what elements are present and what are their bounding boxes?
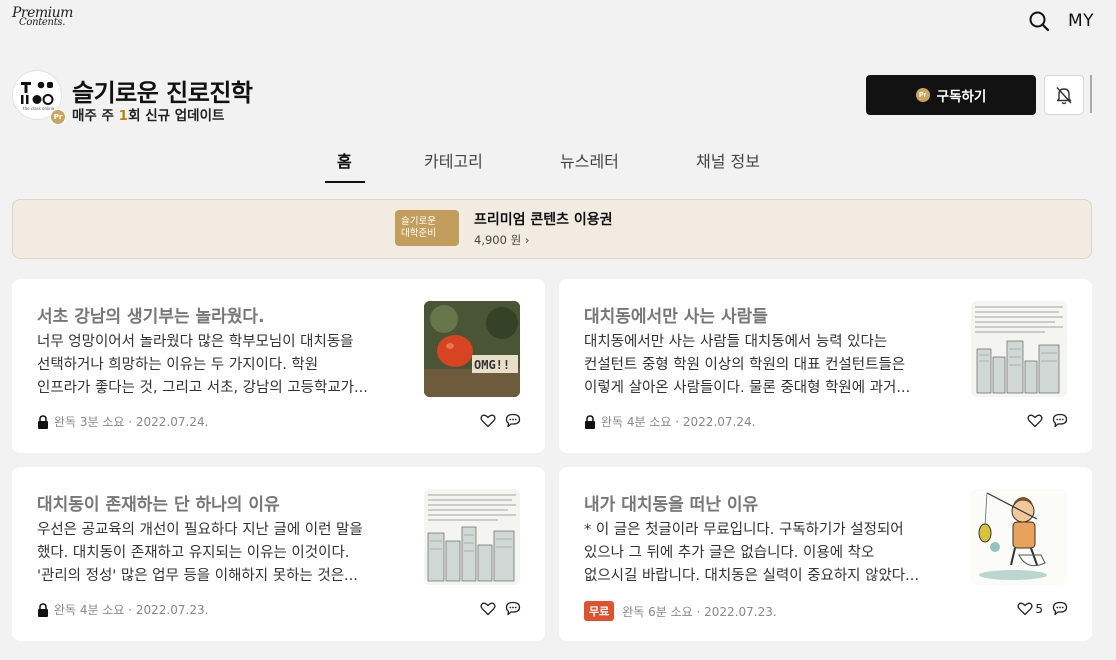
thumbnail-image [971, 301, 1067, 397]
avatar-caption: the class online [23, 106, 55, 111]
article-title[interactable]: 내가 대치동을 떠난 이유 [584, 490, 954, 515]
pass-thumb-line-2: 대학준비 [401, 228, 436, 239]
active-tab-indicator [325, 181, 365, 183]
channel-logo-icon: the class online [21, 81, 55, 111]
article-meta-text: 완독 3분 소요 · 2022.07.24. [54, 415, 209, 429]
article-excerpt: 우선은 공교육의 개선이 필요하다 지난 글에 이런 말을 했다. 대치동이 존… [37, 519, 409, 588]
article-title[interactable]: 서초 강남의 생기부는 놀라웠다. [37, 302, 407, 327]
comment-icon[interactable] [1052, 601, 1068, 616]
article-actions [480, 601, 521, 616]
tab-newsletter[interactable]: 뉴스레터 [560, 148, 619, 184]
subtitle-number: 1 [118, 108, 129, 124]
subtitle-post: 회 신규 업데이트 [128, 108, 225, 124]
article-excerpt: * 이 글은 첫글이라 무료입니다. 구독하기가 설정되어 있으나 그 뒤에 추… [584, 519, 956, 588]
excerpt-line: '관리의 정성' 많은 업무 등을 이해하지 못하는 것은... [37, 568, 358, 584]
article-thumbnail[interactable] [971, 489, 1067, 585]
heart-icon[interactable] [1027, 413, 1043, 428]
article-meta-text: 완독 6분 소요 · 2022.07.23. [622, 604, 777, 619]
lock-icon [38, 602, 48, 617]
premium-badge-icon: Pr [915, 88, 930, 102]
search-icon[interactable] [1028, 10, 1050, 32]
excerpt-line: 했다. 대치동이 존재하고 유지되는 이유는 이것이다. [37, 545, 350, 561]
article-meta: 무료 완독 6분 소요 · 2022.07.23. [584, 601, 777, 621]
excerpt-line: 선택하거나 희망하는 이유는 두 가지이다. 학원 [37, 357, 319, 373]
article-card[interactable]: 내가 대치동을 떠난 이유 * 이 글은 첫글이라 무료입니다. 구독하기가 설… [559, 467, 1092, 641]
my-page-link[interactable]: MY [1068, 11, 1094, 31]
article-meta-text: 완독 4분 소요 · 2022.07.24. [601, 415, 756, 429]
top-bar: Premium Contents. MY [0, 0, 1116, 44]
pass-price[interactable]: 4,900 원 › [474, 232, 529, 248]
channel-avatar[interactable]: the class online Pr [12, 70, 66, 125]
excerpt-line: 이렇게 살아온 사람들이다. 물론 중대형 학원에 과거... [584, 380, 911, 396]
heart-icon[interactable] [480, 601, 496, 616]
comment-icon[interactable] [1052, 413, 1068, 428]
article-card[interactable]: 서초 강남의 생기부는 놀라웠다. 너무 엉망이어서 놀라웠다 많은 학부모님이… [12, 279, 545, 453]
premium-badge: Pr [50, 109, 66, 125]
like-button[interactable]: 5 [1017, 601, 1043, 616]
channel-header: the class online Pr 슬기로운 진로진학 매주 주 1회 신규… [12, 70, 1092, 126]
tab-home[interactable]: 홈 [337, 148, 352, 184]
top-actions: MY [1028, 10, 1094, 32]
subscribe-label: 구독하기 [936, 89, 987, 104]
lock-icon [38, 414, 48, 429]
article-card[interactable]: 대치동에서만 사는 사람들 대치동에서만 사는 사람들 대치동에서 능력 있다는… [559, 279, 1092, 453]
premium-pass-banner[interactable]: 슬기로운 대학준비 프리미엄 콘텐츠 이용권 4,900 원 › [12, 199, 1092, 259]
article-thumbnail[interactable]: OMG!! [424, 301, 520, 397]
tab-category[interactable]: 카테고리 [424, 148, 483, 184]
article-title[interactable]: 대치동에서만 사는 사람들 [584, 302, 954, 327]
premium-contents-logo[interactable]: Premium Contents. [12, 6, 73, 28]
pass-thumb-line-1: 슬기로운 [401, 216, 436, 227]
thumbnail-caption: OMG!! [474, 358, 510, 372]
article-actions: 5 [1017, 601, 1068, 616]
article-card[interactable]: 대치동이 존재하는 단 하나의 이유 우선은 공교육의 개선이 필요하다 지난 … [12, 467, 545, 641]
channel-subtitle: 매주 주 1회 신규 업데이트 [72, 104, 224, 124]
article-title[interactable]: 대치동이 존재하는 단 하나의 이유 [37, 490, 407, 515]
article-meta: 완독 4분 소요 · 2022.07.23. [37, 601, 208, 618]
like-count: 5 [1035, 601, 1043, 616]
excerpt-line: 너무 엉망이어서 놀라웠다 많은 학부모님이 대치동을 [37, 334, 354, 350]
channel-tabs: 홈 카테고리 뉴스레터 채널 정보 [0, 148, 1116, 186]
thumbnail-image [971, 489, 1067, 585]
tab-channel-info[interactable]: 채널 정보 [696, 148, 760, 184]
pass-thumbnail: 슬기로운 대학준비 [395, 210, 459, 246]
article-meta-text: 완독 4분 소요 · 2022.07.23. [54, 603, 209, 617]
excerpt-line: 대치동에서만 사는 사람들 대치동에서 능력 있다는 [584, 334, 888, 350]
thumbnail-image: OMG!! [424, 301, 520, 397]
article-actions [1027, 413, 1068, 428]
article-excerpt: 너무 엉망이어서 놀라웠다 많은 학부모님이 대치동을 선택하거나 희망하는 이… [37, 331, 409, 400]
bell-off-icon [1056, 87, 1072, 105]
article-actions [480, 413, 521, 428]
header-divider [1090, 75, 1092, 113]
notification-toggle-button[interactable] [1044, 75, 1084, 115]
lock-icon [585, 414, 595, 429]
excerpt-line: 인프라가 좋다는 것, 그리고 서초, 강남의 고등학교가... [37, 380, 368, 396]
comment-icon[interactable] [505, 413, 521, 428]
excerpt-line: 없으시길 바랍니다. 대치동은 실력이 중요하지 않았다... [584, 568, 919, 584]
excerpt-line: * 이 글은 첫글이라 무료입니다. 구독하기가 설정되어 [584, 522, 904, 538]
subtitle-pre: 매주 주 [72, 108, 119, 124]
article-thumbnail[interactable] [424, 489, 520, 585]
free-badge: 무료 [584, 601, 615, 621]
article-thumbnail[interactable] [971, 301, 1067, 397]
pass-title: 프리미엄 콘텐츠 이용권 [474, 212, 613, 228]
logo-line-2: Contents. [19, 17, 66, 28]
excerpt-line: 우선은 공교육의 개선이 필요하다 지난 글에 이런 말을 [37, 522, 363, 538]
comment-icon[interactable] [505, 601, 521, 616]
channel-title: 슬기로운 진로진학 [72, 79, 253, 107]
thumbnail-image [424, 489, 520, 585]
heart-icon [1017, 602, 1033, 616]
subscribe-button[interactable]: Pr 구독하기 [866, 75, 1036, 115]
article-excerpt: 대치동에서만 사는 사람들 대치동에서 능력 있다는 컨설턴트 중형 학원 이상… [584, 331, 956, 400]
article-meta: 완독 3분 소요 · 2022.07.24. [37, 413, 208, 430]
article-meta: 완독 4분 소요 · 2022.07.24. [584, 413, 755, 430]
heart-icon[interactable] [480, 413, 496, 428]
excerpt-line: 컨설턴트 중형 학원 이상의 학원의 대표 컨설턴트들은 [584, 357, 906, 373]
excerpt-line: 있으나 그 뒤에 추가 글은 없습니다. 이용에 착오 [584, 545, 875, 561]
